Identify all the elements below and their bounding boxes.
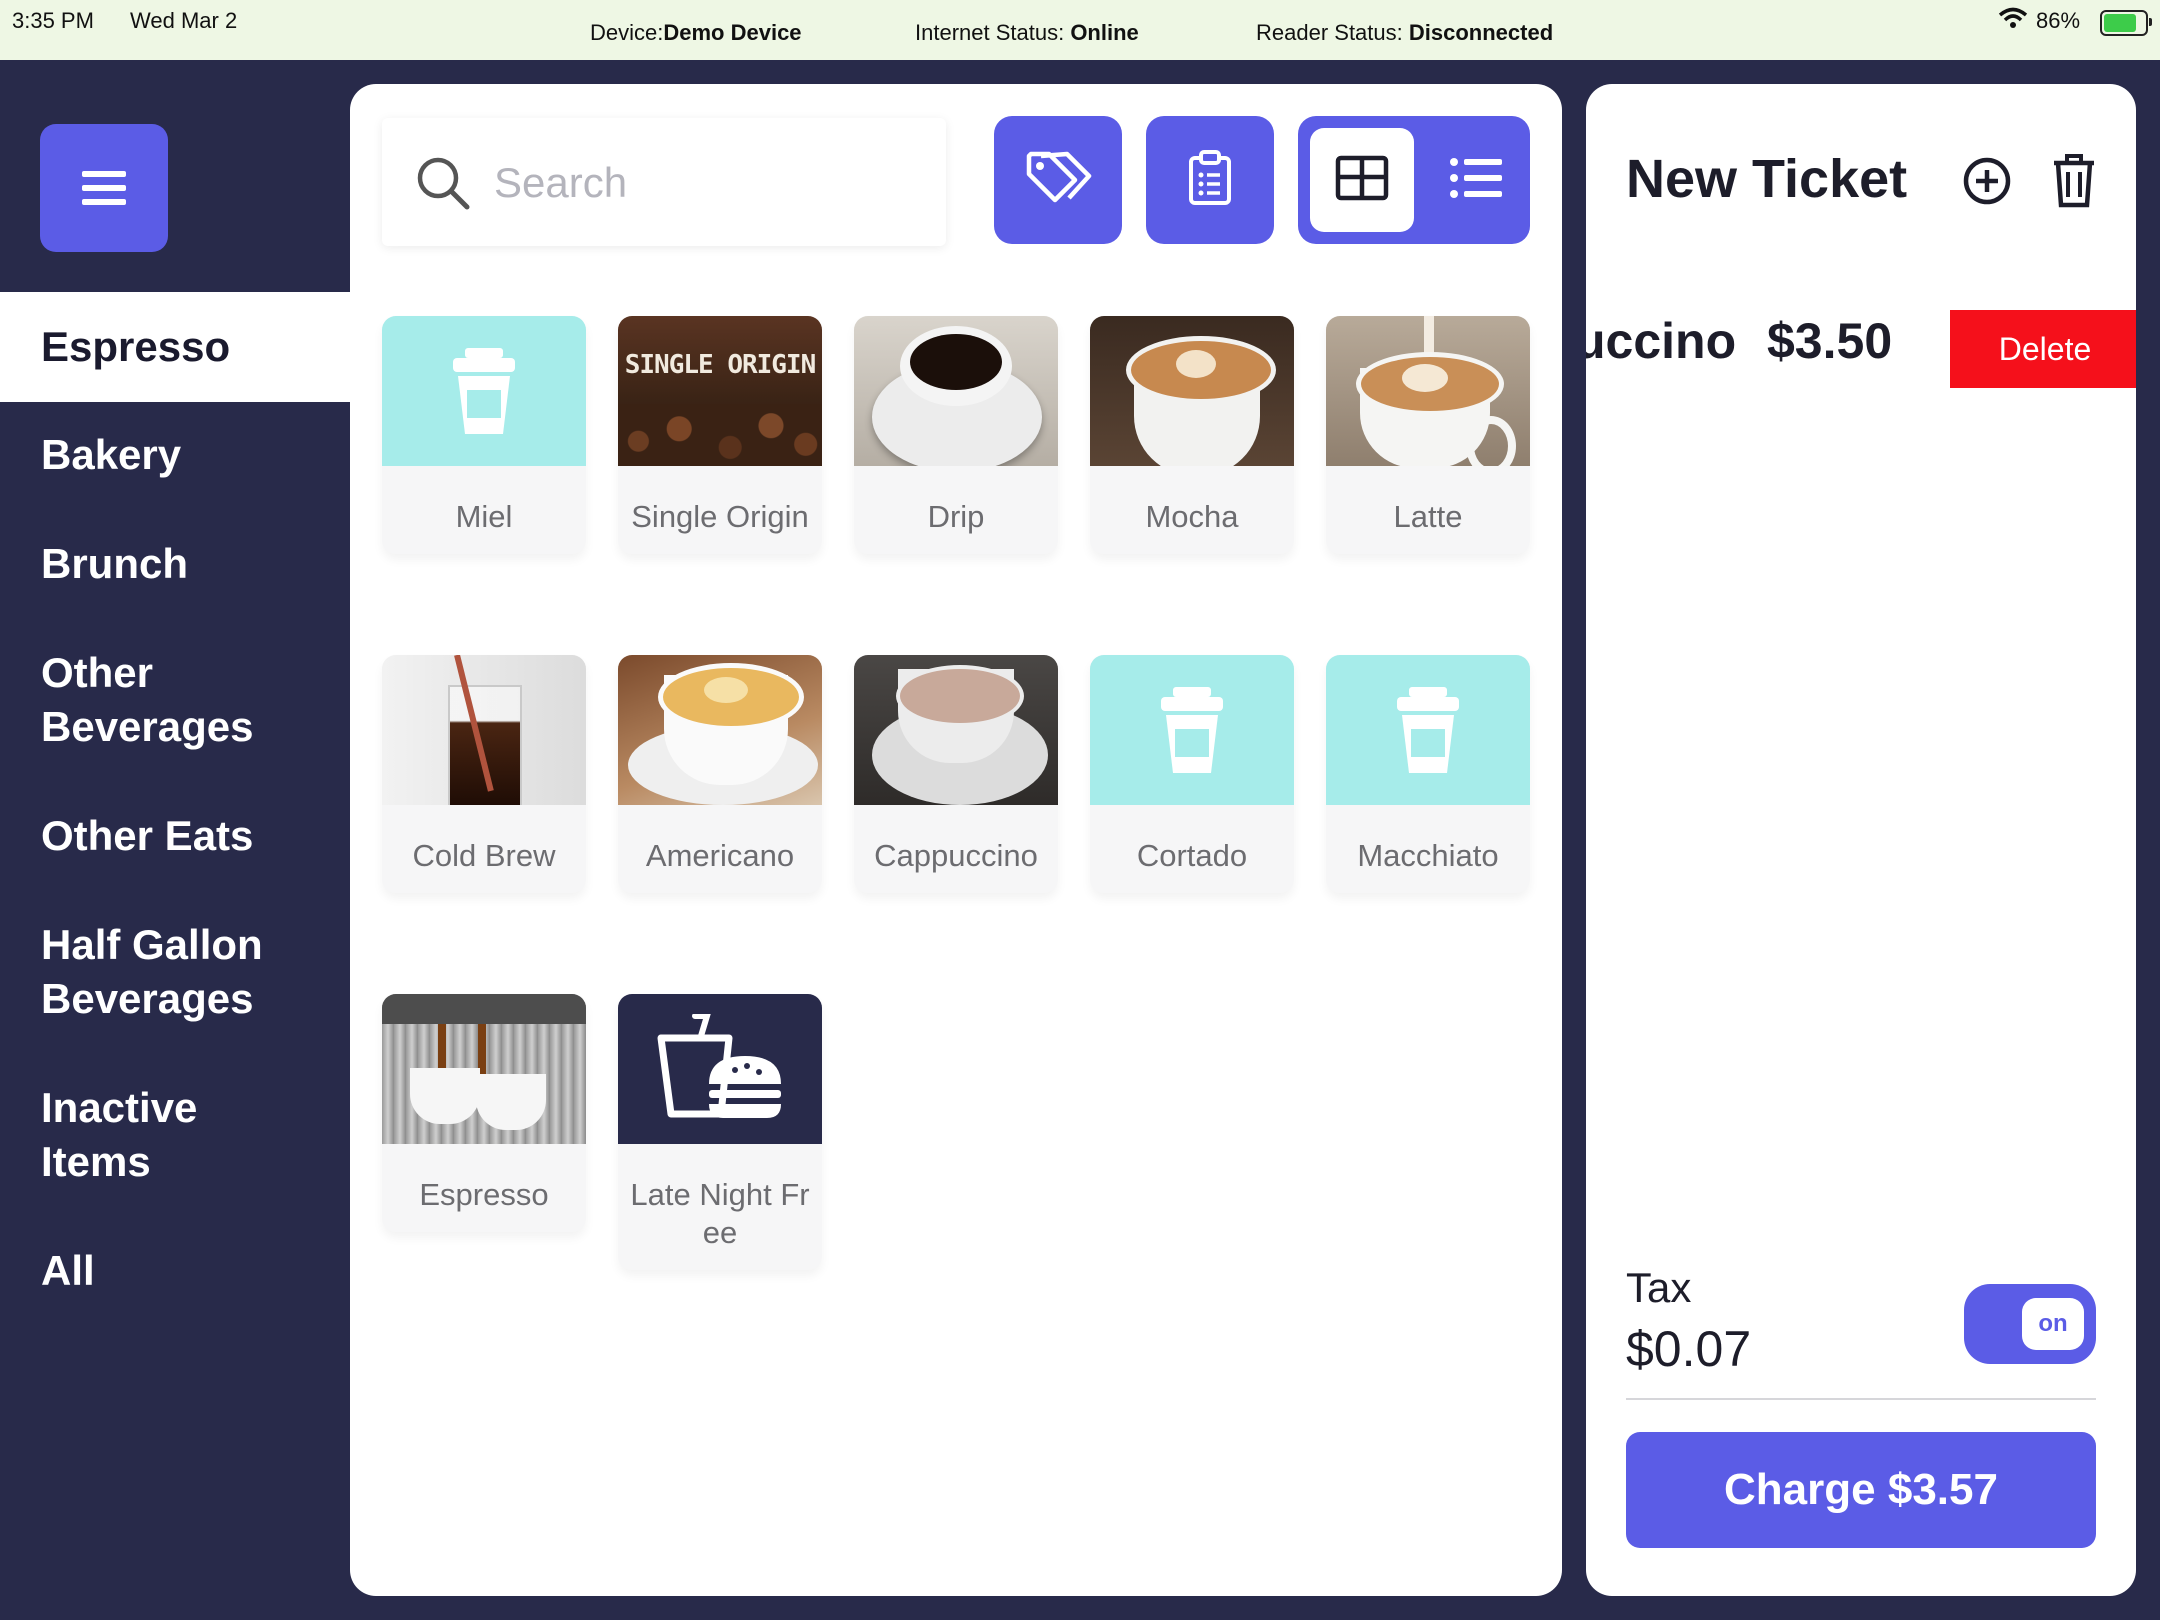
battery-icon — [2096, 10, 2152, 37]
category-inactive-items[interactable]: Inactive Items — [0, 1081, 260, 1189]
tag-icon — [1023, 148, 1093, 213]
product-photo: SINGLE ORIGIN — [618, 316, 822, 466]
line-item-name: Cappuccino — [1586, 312, 1736, 370]
category-half-gallon-beverages[interactable]: Half Gallon Beverages — [0, 918, 300, 1026]
status-time: 3:35 PM — [12, 8, 94, 33]
line-item-name-text: Cappuccino — [1586, 313, 1737, 369]
status-date: Wed Mar 2 — [130, 8, 238, 33]
reader-label: Reader Status: — [1256, 20, 1409, 45]
internet-value: Online — [1070, 20, 1139, 45]
product-label: Americano — [645, 838, 795, 873]
product-label: Macchiato — [1357, 838, 1499, 873]
clipboard-icon — [1188, 149, 1232, 211]
reader-status: Reader Status: Disconnected — [1256, 20, 1553, 46]
battery-percent: 86% — [2036, 8, 2081, 33]
menu-button[interactable] — [40, 124, 168, 252]
line-item-price: $3.50 — [1767, 313, 1893, 369]
product-label: Cortado — [1136, 838, 1248, 873]
product-photo — [854, 655, 1058, 805]
wifi-icon — [1998, 6, 2028, 36]
ticket-title: New Ticket — [1626, 149, 1908, 209]
internet-status: Internet Status: Online — [915, 20, 1139, 46]
tax-toggle-knob: on — [2022, 1298, 2084, 1350]
search-input[interactable] — [492, 148, 926, 218]
product-tile-americano[interactable]: Americano — [618, 655, 822, 893]
product-photo — [1326, 316, 1530, 466]
product-tile-cortado[interactable]: Cortado — [1090, 655, 1294, 893]
list-view-button[interactable] — [1424, 128, 1528, 232]
product-tile-latte[interactable]: Latte — [1326, 316, 1530, 554]
ticket-panel: New Ticket Cappuccino $3.50 Delete Tax $… — [1586, 84, 2136, 1596]
product-tile-mocha[interactable]: Mocha — [1090, 316, 1294, 554]
product-tile-cold-brew[interactable]: Cold Brew — [382, 655, 586, 893]
product-label: Mocha — [1145, 499, 1239, 534]
product-tile-macchiato[interactable]: Macchiato — [1326, 655, 1530, 893]
cup-icon — [1326, 655, 1530, 805]
search-icon — [416, 156, 472, 217]
tax-toggle[interactable]: on — [1964, 1284, 2096, 1364]
status-bar: 3:35 PM Wed Mar 2 Device:Demo Device Int… — [0, 0, 2160, 60]
drink-burger-icon — [618, 994, 822, 1144]
grid-view-icon — [1335, 155, 1389, 206]
product-label: Single Origin — [631, 499, 809, 534]
product-photo — [618, 655, 822, 805]
search-box[interactable] — [382, 118, 946, 246]
category-all[interactable]: All — [0, 1244, 350, 1298]
product-label: Cold Brew — [412, 838, 556, 873]
product-tile-cappuccino[interactable]: Cappuccino — [854, 655, 1058, 893]
delete-ticket-button[interactable] — [2052, 154, 2096, 213]
product-label: Late Night Free — [630, 1177, 810, 1250]
category-bakery[interactable]: Bakery — [0, 428, 350, 482]
product-catalog: Miel SINGLE ORIGIN Single Origin Drip Mo… — [350, 84, 1562, 1596]
tax-label: Tax — [1626, 1264, 1692, 1311]
product-photo — [1090, 316, 1294, 466]
product-label: Cappuccino — [874, 838, 1038, 873]
reader-value: Disconnected — [1408, 20, 1554, 45]
product-label: Latte — [1393, 499, 1463, 534]
cup-icon — [382, 316, 586, 466]
charge-button[interactable]: Charge $3.57 — [1626, 1432, 2096, 1548]
device-value: Demo Device — [663, 20, 802, 45]
orders-button[interactable] — [1146, 116, 1274, 244]
view-toggle — [1298, 116, 1530, 244]
list-view-icon — [1449, 156, 1503, 205]
product-tile-late-night-free[interactable]: Late Night Free — [618, 994, 822, 1270]
category-brunch[interactable]: Brunch — [0, 537, 350, 591]
category-other-eats[interactable]: Other Eats — [0, 809, 350, 863]
product-tile-miel[interactable]: Miel — [382, 316, 586, 554]
tax-amount: $0.07 — [1626, 1321, 1752, 1377]
product-photo — [382, 655, 586, 805]
product-photo — [382, 994, 586, 1144]
product-photo — [854, 316, 1058, 466]
product-label: Drip — [927, 499, 985, 534]
category-sidebar: Espresso Bakery Brunch Other Beverages O… — [0, 60, 350, 1620]
internet-label: Internet Status: — [915, 20, 1071, 45]
device-status: Device:Demo Device — [590, 20, 802, 46]
device-label: Device: — [590, 20, 664, 45]
product-tile-espresso[interactable]: Espresso — [382, 994, 586, 1232]
product-label: Miel — [455, 499, 513, 534]
single-origin-banner: SINGLE ORIGIN — [624, 350, 817, 380]
grid-view-button[interactable] — [1310, 128, 1414, 232]
product-tile-drip[interactable]: Drip — [854, 316, 1058, 554]
product-tile-single-origin[interactable]: SINGLE ORIGIN Single Origin — [618, 316, 822, 554]
cup-icon — [1090, 655, 1294, 805]
delete-line-item-button[interactable]: Delete — [1950, 310, 2136, 388]
category-espresso[interactable]: Espresso — [0, 292, 350, 402]
hamburger-icon — [82, 163, 126, 213]
product-label: Espresso — [419, 1177, 549, 1212]
trash-icon — [2052, 154, 2096, 212]
add-ticket-button[interactable] — [1962, 156, 2012, 211]
discount-button[interactable] — [994, 116, 1122, 244]
plus-circle-icon — [1962, 157, 2012, 210]
divider — [1626, 1398, 2096, 1400]
category-other-beverages[interactable]: Other Beverages — [0, 646, 300, 754]
